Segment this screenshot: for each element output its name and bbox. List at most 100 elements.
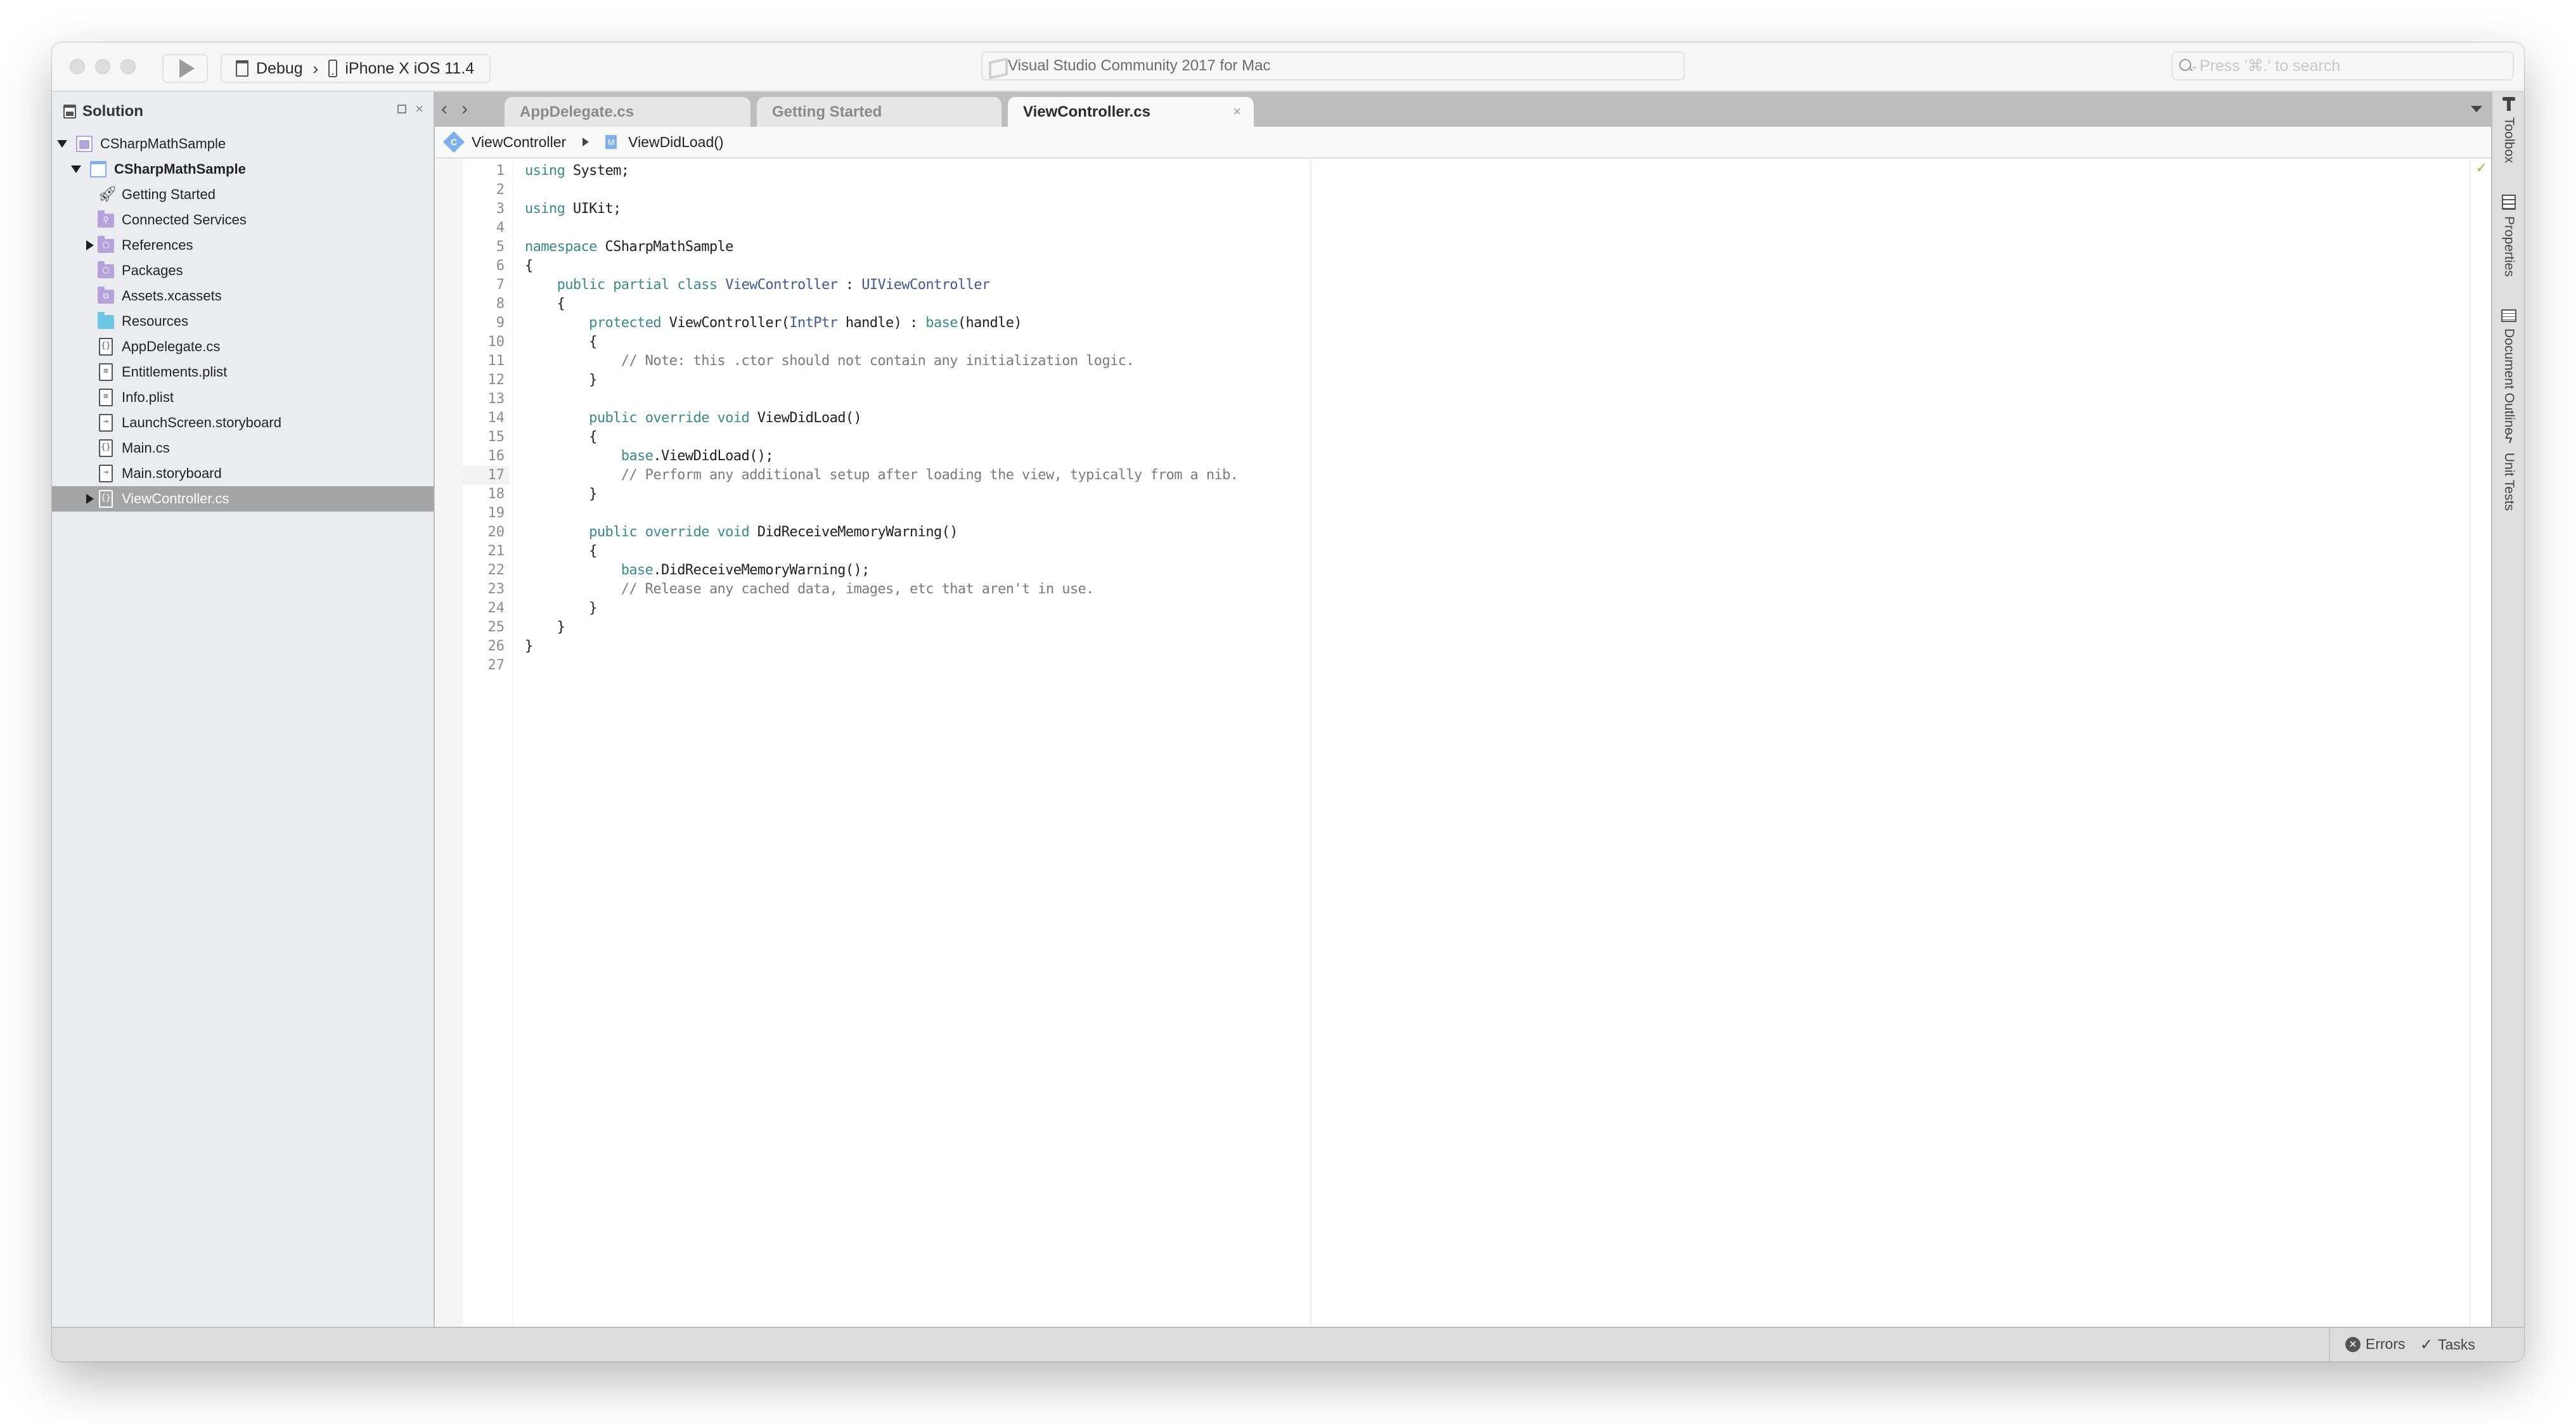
code-line[interactable]: { — [525, 295, 1238, 314]
code-line[interactable]: ​ — [525, 504, 1238, 523]
plist-file-icon: ≡ — [99, 389, 113, 406]
fold-margin — [512, 158, 513, 1327]
tree-item-info-plist[interactable]: ≡ Info.plist — [52, 385, 434, 410]
run-button[interactable] — [162, 54, 208, 83]
line-number: 19 — [487, 505, 505, 521]
solution-pad: Solution × CSharpMathSample CSharpMathSa… — [52, 92, 435, 1327]
close-pad-icon[interactable]: × — [415, 102, 423, 116]
navigate-forward-icon[interactable]: › — [461, 98, 468, 120]
tree-item-label: Main.storyboard — [122, 465, 222, 481]
code-line[interactable]: // Perform any additional setup after lo… — [525, 466, 1239, 485]
navigate-back-icon[interactable]: ‹ — [441, 98, 448, 120]
visual-studio-icon — [988, 57, 1004, 75]
line-number: 22 — [487, 562, 505, 578]
global-search[interactable]: ⌄ — [2172, 51, 2514, 81]
code-editor[interactable]: 1 2 3 4 5 6 7 8 9 10 11 12 13 14 15 16 17 18 19 20 21 22 23 24 2… — [435, 158, 2491, 1327]
line-number: 4 — [496, 220, 505, 236]
code-line[interactable]: protected ViewController(IntPtr handle) … — [525, 314, 1238, 333]
tasks-button[interactable]: ✓ Tasks — [2420, 1336, 2475, 1354]
code-line[interactable]: } — [525, 485, 1238, 504]
tree-item-entitlements[interactable]: ≡ Entitlements.plist — [52, 359, 434, 385]
code-line[interactable]: base.ViewDidLoad(); — [525, 447, 1238, 466]
code-line[interactable]: // Release any cached data, images, etc … — [525, 580, 1238, 599]
code-line[interactable]: public override void ViewDidLoad() — [525, 409, 1238, 428]
code-line[interactable]: { — [525, 542, 1238, 561]
tree-item-project[interactable]: CSharpMathSample — [52, 157, 434, 182]
tree-item-getting-started[interactable]: 🚀︎ Getting Started — [52, 182, 434, 207]
tree-item-label: CSharpMathSample — [100, 136, 226, 152]
code-line[interactable]: { — [525, 333, 1238, 352]
breadcrumb-class[interactable]: ViewController — [472, 134, 566, 151]
tree-item-resources[interactable]: Resources — [52, 309, 434, 334]
dock-unit-tests[interactable]: ϟ Unit Tests — [2496, 431, 2521, 511]
run-configuration-selector[interactable]: Debug › iPhone X iOS 11.4 — [221, 54, 491, 83]
tab-getting-started[interactable]: Getting Started — [757, 97, 1001, 127]
tree-item-assets[interactable]: ⧉ Assets.xcassets — [52, 283, 434, 309]
code-line[interactable]: { — [525, 428, 1238, 447]
code-text[interactable]: using System;​using UIKit;​namespace CSh… — [525, 162, 1239, 675]
column-ruler — [1310, 158, 1311, 1327]
tree-item-viewcontroller[interactable]: {} ViewController.cs — [52, 486, 434, 512]
tree-item-label: Main.cs — [122, 440, 170, 456]
solution-tree: CSharpMathSample CSharpMathSample 🚀︎ Get… — [52, 131, 434, 512]
close-tab-icon[interactable]: × — [1233, 103, 1241, 120]
expand-arrow-icon[interactable] — [82, 494, 98, 504]
dock-document-outline[interactable]: Document Outline — [2496, 309, 2521, 435]
code-line[interactable]: } — [525, 371, 1238, 390]
tree-item-connected-services[interactable]: ⚲ Connected Services — [52, 207, 434, 233]
code-line[interactable]: ​ — [525, 390, 1238, 409]
tree-item-main-cs[interactable]: {} Main.cs — [52, 435, 434, 461]
device-label[interactable]: iPhone X iOS 11.4 — [345, 60, 474, 78]
search-input[interactable] — [2199, 56, 2497, 75]
line-number: 2 — [496, 182, 505, 198]
tab-list-dropdown-icon[interactable] — [2471, 106, 2482, 112]
code-line[interactable]: } — [525, 618, 1238, 637]
tree-item-solution[interactable]: CSharpMathSample — [52, 131, 434, 157]
expand-arrow-icon[interactable] — [82, 240, 98, 250]
breadcrumb-method[interactable]: ViewDidLoad() — [628, 134, 723, 151]
code-line[interactable]: base.DidReceiveMemoryWarning(); — [525, 561, 1238, 580]
code-line[interactable]: namespace CSharpMathSample — [525, 238, 1238, 257]
titlebar: Debug › iPhone X iOS 11.4 Visual Studio … — [52, 42, 2524, 92]
overview-ruler[interactable] — [2470, 158, 2471, 1327]
tree-item-main-storyboard[interactable]: ⊸ Main.storyboard — [52, 461, 434, 486]
configuration-label[interactable]: Debug — [256, 60, 303, 78]
expand-arrow-icon[interactable] — [55, 140, 70, 148]
tab-viewcontroller[interactable]: ViewController.cs × — [1008, 97, 1254, 127]
tree-item-appdelegate[interactable]: {} AppDelegate.cs — [52, 334, 434, 359]
chevron-right-icon: › — [312, 58, 319, 78]
code-line[interactable]: } — [525, 637, 1238, 656]
dock-toolbox[interactable]: Toolbox — [2496, 96, 2521, 163]
tree-item-launchscreen[interactable]: ⊸ LaunchScreen.storyboard — [52, 410, 434, 435]
line-number: 24 — [487, 600, 505, 616]
csharp-file-icon: {} — [99, 439, 113, 457]
minimize-window-button[interactable] — [95, 59, 110, 74]
editor-tab-strip: ‹ › AppDelegate.cs Getting Started ViewC… — [435, 92, 2491, 127]
csharp-file-icon: {} — [99, 490, 113, 508]
tree-item-label: Info.plist — [122, 389, 174, 405]
ide-window: Debug › iPhone X iOS 11.4 Visual Studio … — [52, 42, 2524, 1362]
code-line[interactable]: { — [525, 257, 1238, 276]
code-line[interactable]: public override void DidReceiveMemoryWar… — [525, 523, 1238, 542]
solution-file-icon — [76, 136, 93, 152]
tree-item-packages[interactable]: ⬡ Packages — [52, 258, 434, 283]
tasks-label: Tasks — [2438, 1336, 2475, 1353]
expand-arrow-icon[interactable] — [68, 165, 84, 173]
tree-item-references[interactable]: ⬡ References — [52, 233, 434, 258]
tab-label: ViewController.cs — [1023, 103, 1150, 120]
code-line[interactable]: public partial class ViewController : UI… — [525, 276, 1238, 295]
code-line[interactable]: using UIKit; — [525, 200, 1238, 219]
tab-appdelegate[interactable]: AppDelegate.cs — [505, 97, 750, 127]
zoom-window-button[interactable] — [120, 59, 136, 74]
maximize-pad-icon[interactable] — [397, 105, 407, 113]
code-line[interactable]: ​ — [525, 656, 1238, 675]
code-line[interactable]: ​ — [525, 181, 1238, 200]
close-window-button[interactable] — [70, 59, 85, 74]
code-line[interactable]: // Note: this .ctor should not contain a… — [525, 352, 1238, 371]
code-line[interactable]: ​ — [525, 219, 1238, 238]
dock-properties[interactable]: Properties — [2496, 195, 2521, 277]
dock-label: Unit Tests — [2502, 453, 2516, 511]
errors-button[interactable]: ✕ Errors — [2345, 1336, 2405, 1353]
code-line[interactable]: } — [525, 599, 1238, 618]
code-line[interactable]: using System; — [525, 162, 1238, 181]
